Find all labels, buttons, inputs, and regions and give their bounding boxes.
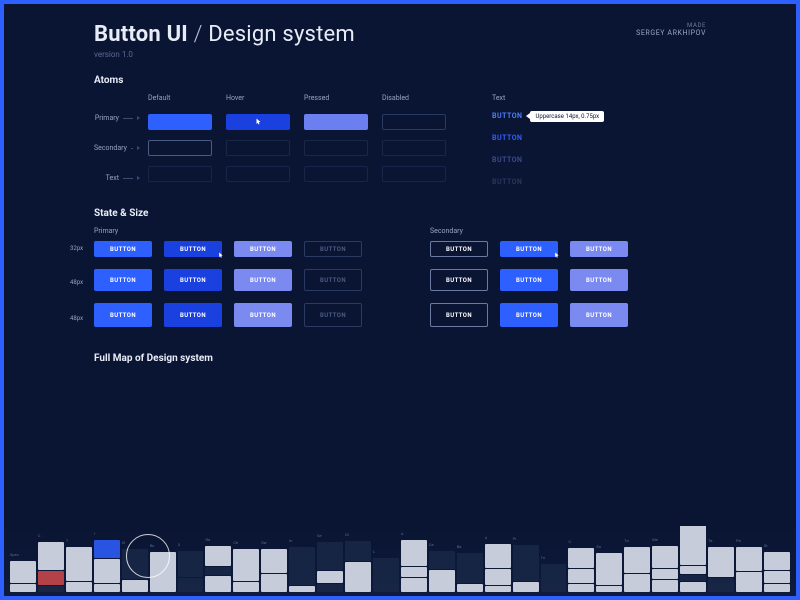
size-48a: 48px — [70, 279, 83, 286]
cursor-icon — [553, 252, 560, 259]
atom-primary-pressed[interactable] — [304, 114, 368, 130]
btn-pri-48b-pressed[interactable]: BUTTON — [234, 303, 292, 327]
btn-pri-48b-default[interactable]: BUTTON — [94, 303, 152, 327]
btn-pri-48b-hover[interactable]: BUTTON — [164, 303, 222, 327]
size-32: 32px — [70, 245, 83, 252]
col-disabled: Disabled — [382, 94, 446, 104]
map-title: Full Map of Design system — [94, 353, 706, 364]
atom-text-pressed[interactable] — [304, 166, 368, 182]
design-system-map: SpecCTIIllBuDRaChSwInSeDiLACaBaAPrToCSnT… — [4, 526, 796, 596]
btn-pri-32-default[interactable]: BUTTON — [94, 241, 152, 257]
col-default: Default — [148, 94, 212, 104]
tooltip: Uppercase 14px, 0.75px — [530, 111, 604, 122]
btn-sec-32-pressed[interactable]: BUTTON — [570, 241, 628, 257]
size-48b: 48px — [70, 315, 83, 322]
state-size-section: Primary 32px 48px 48px BUTTON BUTTON BUT… — [94, 227, 706, 327]
atom-secondary-hover[interactable] — [226, 140, 290, 156]
atom-text-disabled — [382, 166, 446, 182]
atom-primary-hover[interactable] — [226, 114, 290, 130]
atom-secondary-disabled — [382, 140, 446, 156]
btn-pri-48b-disabled: BUTTON — [304, 303, 362, 327]
btn-pri-48-disabled: BUTTON — [304, 269, 362, 291]
atom-primary-default[interactable] — [148, 114, 212, 130]
atom-text-default[interactable] — [148, 166, 212, 182]
primary-sublabel: Primary — [94, 227, 370, 235]
state-size-title: State & Size — [94, 208, 706, 219]
primary-column: Primary 32px 48px 48px BUTTON BUTTON BUT… — [94, 227, 370, 327]
btn-pri-48-hover[interactable]: BUTTON — [164, 269, 222, 291]
text-head: Text — [492, 94, 604, 102]
header: Button UI / Design system version 1.0 MA… — [94, 22, 706, 59]
atom-secondary-pressed[interactable] — [304, 140, 368, 156]
btn-sec-48b-default[interactable]: BUTTON — [430, 303, 488, 327]
col-hover: Hover — [226, 94, 290, 104]
atom-grid: Default Hover Pressed Disabled — [148, 94, 446, 182]
atom-text-hover[interactable] — [226, 166, 290, 182]
version-label: version 1.0 — [94, 50, 355, 59]
text-button-1[interactable]: BUTTON — [492, 112, 522, 120]
btn-sec-48b-pressed[interactable]: BUTTON — [570, 303, 628, 327]
btn-sec-48-pressed[interactable]: BUTTON — [570, 269, 628, 291]
credit: MADE SERGEY ARKHIPOV — [636, 22, 706, 37]
cursor-icon — [254, 118, 262, 126]
row-label-primary: Primary — [94, 110, 140, 126]
secondary-column: Secondary BUTTON BUTTON BUTTON BUTTON BU… — [430, 227, 706, 327]
text-button-2[interactable]: BUTTON — [492, 134, 522, 142]
atom-primary-disabled — [382, 114, 446, 130]
atom-row-labels: Primary Secondary Text — [94, 110, 140, 186]
btn-pri-32-disabled: BUTTON — [304, 241, 362, 257]
text-button-3[interactable]: BUTTON — [492, 156, 522, 164]
btn-sec-48-hover[interactable]: BUTTON — [500, 269, 558, 291]
atoms-title: Atoms — [94, 75, 706, 86]
title-block: Button UI / Design system version 1.0 — [94, 22, 355, 59]
btn-sec-32-hover[interactable]: BUTTON — [500, 241, 558, 257]
btn-pri-48-pressed[interactable]: BUTTON — [234, 269, 292, 291]
atom-secondary-default[interactable] — [148, 140, 212, 156]
row-label-text: Text — [94, 170, 140, 186]
btn-pri-32-pressed[interactable]: BUTTON — [234, 241, 292, 257]
btn-sec-48b-hover[interactable]: BUTTON — [500, 303, 558, 327]
btn-sec-48-default[interactable]: BUTTON — [430, 269, 488, 291]
page-title: Button UI / Design system — [94, 22, 355, 47]
text-button-4[interactable]: BUTTON — [492, 178, 522, 186]
secondary-sublabel: Secondary — [430, 227, 706, 235]
row-label-secondary: Secondary — [94, 140, 140, 156]
btn-pri-32-hover[interactable]: BUTTON — [164, 241, 222, 257]
cursor-icon — [217, 252, 224, 259]
text-buttons-section: Text BUTTON Uppercase 14px, 0.75px BUTTO… — [492, 94, 604, 198]
col-pressed: Pressed — [304, 94, 368, 104]
btn-sec-32-default[interactable]: BUTTON — [430, 241, 488, 257]
atoms-section: Primary Secondary Text Default Hover Pre… — [94, 94, 706, 198]
btn-pri-48-default[interactable]: BUTTON — [94, 269, 152, 291]
